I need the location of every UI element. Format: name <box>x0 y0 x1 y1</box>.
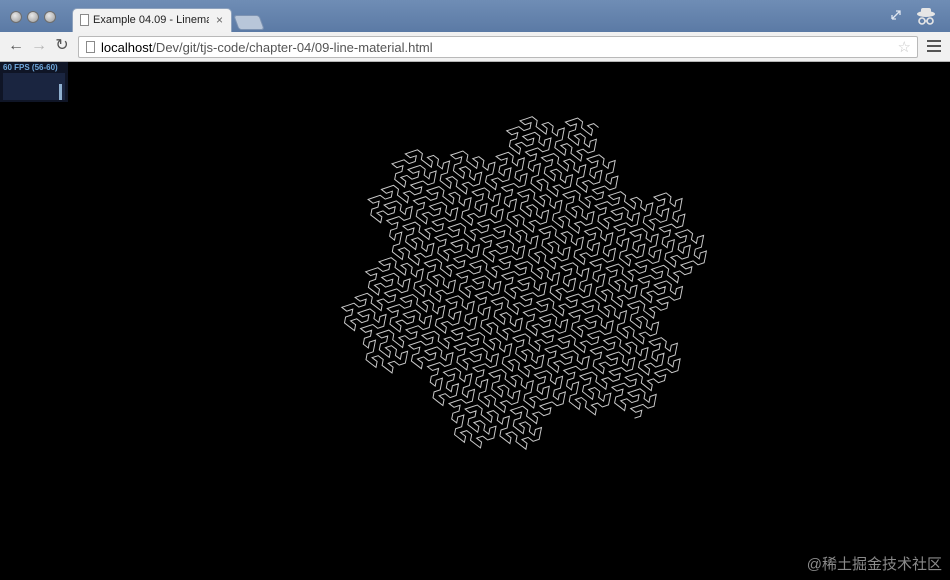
window-controls <box>891 8 935 25</box>
page-icon <box>86 41 95 53</box>
menu-icon[interactable] <box>927 37 941 57</box>
tab-title: Example 04.09 - Linemate <box>93 14 209 26</box>
bookmark-star-icon[interactable]: ☆ <box>898 38 911 56</box>
zoom-window-button[interactable] <box>44 11 56 23</box>
tab-close-icon[interactable]: × <box>216 13 223 27</box>
watermark-text: @稀土掘金技术社区 <box>806 556 942 573</box>
tab-strip: Example 04.09 - Linemate × <box>0 0 950 32</box>
gosper-curve <box>340 116 708 451</box>
toolbar: ← → ↻ localhost/Dev/git/tjs-code/chapter… <box>0 32 950 62</box>
gosper-curve-line <box>340 116 708 451</box>
close-window-button[interactable] <box>10 11 22 23</box>
reload-icon[interactable]: ↻ <box>52 36 72 56</box>
webgl-canvas[interactable]: 60 FPS (56-60) @稀土掘金技术社区 <box>0 62 950 580</box>
page-icon <box>80 14 89 26</box>
url-text[interactable]: localhost/Dev/git/tjs-code/chapter-04/09… <box>101 40 433 55</box>
new-tab-button[interactable] <box>233 15 265 30</box>
url-path: /Dev/git/tjs-code/chapter-04/09-line-mat… <box>152 40 433 55</box>
incognito-icon <box>917 8 935 25</box>
fullscreen-icon[interactable] <box>891 10 901 20</box>
tab-example[interactable]: Example 04.09 - Linemate × <box>72 8 232 32</box>
browser-window: Example 04.09 - Linemate × ← → ↻ localho… <box>0 0 950 580</box>
minimize-window-button[interactable] <box>27 11 39 23</box>
url-host: localhost <box>101 40 153 55</box>
forward-icon[interactable]: → <box>29 36 49 56</box>
back-icon[interactable]: ← <box>6 36 26 56</box>
address-bar[interactable]: localhost/Dev/git/tjs-code/chapter-04/09… <box>78 36 918 58</box>
